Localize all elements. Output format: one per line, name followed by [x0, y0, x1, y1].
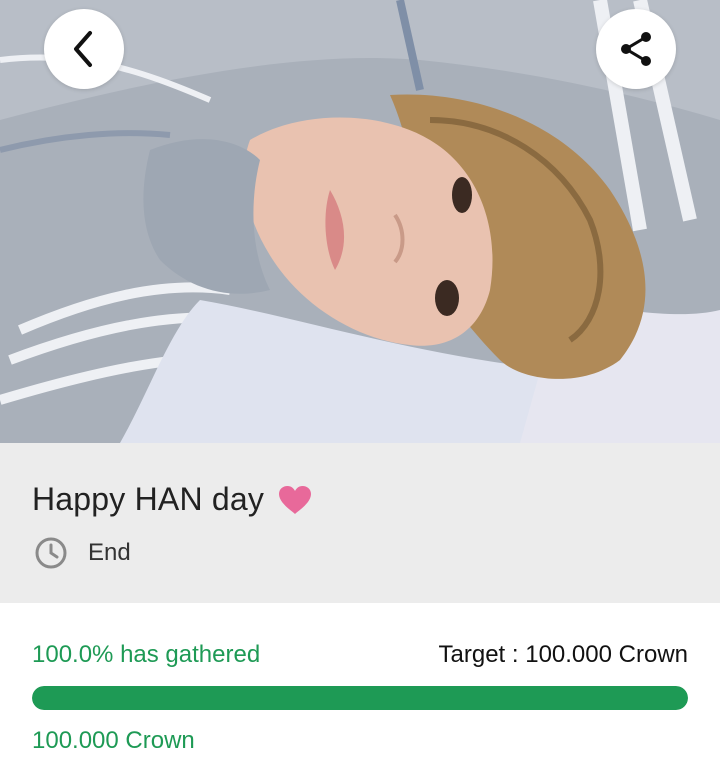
- share-button[interactable]: [596, 9, 676, 89]
- share-icon: [621, 32, 651, 66]
- gathered-percentage: 100.0% has gathered: [32, 641, 261, 668]
- event-status: End: [88, 539, 131, 566]
- gathered-amount: 100.000 Crown: [32, 727, 195, 754]
- clock-icon: [35, 537, 67, 569]
- back-button[interactable]: [44, 9, 124, 89]
- funding-progress: 100.0% has gathered Target : 100.000 Cro…: [0, 603, 720, 767]
- progress-bar-fill: [32, 686, 688, 710]
- status-row: End: [34, 536, 131, 570]
- title-row: Happy HAN day: [32, 481, 312, 518]
- target-amount: Target : 100.000 Crown: [438, 641, 688, 668]
- event-title: Happy HAN day: [32, 481, 265, 517]
- event-info-panel: Happy HAN day End: [0, 443, 720, 603]
- heart-icon: [279, 485, 312, 514]
- chevron-left-icon: [74, 31, 92, 67]
- progress-bar: [32, 686, 688, 710]
- hero-photo: [0, 0, 720, 443]
